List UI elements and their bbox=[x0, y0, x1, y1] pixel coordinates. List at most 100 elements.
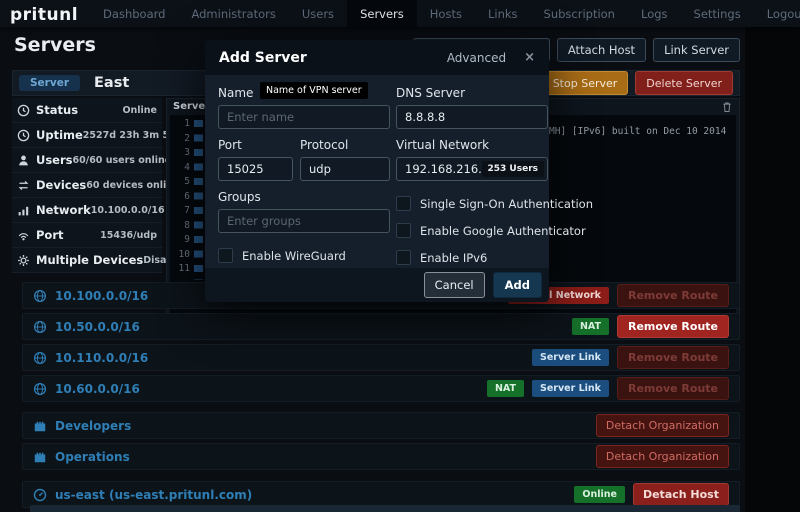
remove-route-button[interactable]: Remove Route bbox=[617, 284, 729, 307]
page-title: Servers bbox=[14, 34, 96, 56]
globe-icon bbox=[33, 351, 47, 365]
server-info-list: Status Online Uptime 2527d 23h 3m 59s Us… bbox=[12, 98, 162, 273]
checkbox-icon[interactable] bbox=[396, 223, 411, 238]
gauge-icon bbox=[33, 488, 47, 502]
online-badge: Online bbox=[574, 486, 625, 503]
remove-route-button[interactable]: Remove Route bbox=[617, 315, 729, 338]
top-nav: pritunl Dashboard Administrators Users S… bbox=[0, 0, 800, 27]
server-type-badge: Server bbox=[19, 75, 80, 91]
dns-server-input[interactable] bbox=[396, 105, 548, 129]
add-button[interactable]: Add bbox=[493, 272, 542, 298]
console-log-line: MH] [IPv6] built on Dec 10 2014 bbox=[549, 126, 726, 137]
globe-icon bbox=[33, 382, 47, 396]
pritunl-app: pritunl Dashboard Administrators Users S… bbox=[0, 0, 800, 512]
modal-title: Add Server bbox=[219, 50, 307, 66]
wifi-icon bbox=[17, 229, 30, 242]
route-row: 10.60.0.0/16 NAT Server Link Remove Rout… bbox=[22, 375, 740, 402]
info-row-port: Port 15436/udp bbox=[12, 223, 162, 248]
page-right-gutter bbox=[745, 27, 800, 512]
protocol-label: Protocol bbox=[300, 138, 390, 152]
port-input[interactable] bbox=[218, 157, 293, 181]
server-link-badge: Server Link bbox=[532, 380, 609, 397]
remove-route-button[interactable]: Remove Route bbox=[617, 377, 729, 400]
fort-icon bbox=[33, 419, 47, 433]
info-row-users: Users 60/60 users online bbox=[12, 148, 162, 173]
pritunl-logo[interactable]: pritunl bbox=[0, 0, 90, 27]
globe-icon bbox=[33, 320, 47, 334]
nav-item-settings[interactable]: Settings bbox=[681, 0, 754, 27]
remove-route-button[interactable]: Remove Route bbox=[617, 346, 729, 369]
name-input[interactable] bbox=[218, 105, 390, 129]
status-clock-icon bbox=[17, 104, 30, 117]
enable-wireguard-checkbox-row[interactable]: Enable WireGuard bbox=[218, 248, 390, 263]
add-server-modal: Add Server Advanced × Name Name of VPN s… bbox=[205, 40, 549, 302]
enable-ipv6-checkbox-row[interactable]: Enable IPv6 bbox=[396, 250, 548, 265]
organization-row: Developers Detach Organization bbox=[22, 412, 740, 439]
delete-server-button[interactable]: Delete Server bbox=[635, 71, 733, 95]
protocol-input[interactable] bbox=[300, 157, 390, 181]
checkbox-icon[interactable] bbox=[396, 250, 411, 265]
nat-badge: NAT bbox=[487, 380, 524, 397]
detach-host-button[interactable]: Detach Host bbox=[633, 483, 729, 506]
nav-item-subscription[interactable]: Subscription bbox=[531, 0, 628, 27]
name-label: Name Name of VPN server bbox=[218, 86, 390, 100]
fort-icon bbox=[33, 450, 47, 464]
clock-icon bbox=[17, 129, 30, 142]
trash-icon[interactable] bbox=[721, 101, 733, 113]
detach-organization-button[interactable]: Detach Organization bbox=[596, 445, 729, 468]
organization-row: Operations Detach Organization bbox=[22, 443, 740, 470]
route-row: 10.110.0.0/16 Server Link Remove Route bbox=[22, 344, 740, 371]
next-panel-edge bbox=[30, 505, 740, 512]
nav-item-users[interactable]: Users bbox=[289, 0, 347, 27]
google-authenticator-checkbox-row[interactable]: Enable Google Authenticator bbox=[396, 223, 548, 238]
route-cidr: 10.100.0.0/16 bbox=[55, 289, 148, 303]
close-icon[interactable]: × bbox=[524, 50, 535, 65]
modal-header: Add Server Advanced × bbox=[205, 40, 549, 75]
organization-name: Operations bbox=[55, 450, 130, 464]
nav-item-hosts[interactable]: Hosts bbox=[417, 0, 475, 27]
nav-item-links[interactable]: Links bbox=[475, 0, 531, 27]
advanced-button[interactable]: Advanced bbox=[447, 51, 506, 65]
attach-host-button[interactable]: Attach Host bbox=[557, 38, 646, 62]
name-tooltip: Name of VPN server bbox=[260, 82, 368, 99]
info-row-multiple-devices: Multiple Devices Disabled bbox=[12, 248, 162, 273]
nat-badge: NAT bbox=[572, 318, 609, 335]
console-line-numbers: 1 2 3 4 5 6 7 8 9 10 11 bbox=[170, 117, 190, 277]
nav-item-administrators[interactable]: Administrators bbox=[178, 0, 288, 27]
globe-icon bbox=[33, 289, 47, 303]
exchange-arrows-icon bbox=[17, 179, 30, 192]
cancel-button[interactable]: Cancel bbox=[424, 272, 485, 298]
port-label: Port bbox=[218, 138, 293, 152]
modal-footer: Cancel Add bbox=[205, 268, 549, 302]
organization-name: Developers bbox=[55, 419, 131, 433]
user-icon bbox=[17, 154, 30, 167]
groups-input[interactable] bbox=[218, 209, 390, 233]
checkbox-icon[interactable] bbox=[396, 196, 411, 211]
nav-item-logout[interactable]: Logout bbox=[754, 0, 800, 27]
users-count-badge: 253 Users bbox=[482, 161, 544, 177]
server-name: East bbox=[94, 75, 129, 91]
gear-icon bbox=[17, 254, 30, 267]
detach-organization-button[interactable]: Detach Organization bbox=[596, 414, 729, 437]
route-row: 10.50.0.0/16 NAT Remove Route bbox=[22, 313, 740, 340]
server-link-badge: Server Link bbox=[532, 349, 609, 366]
route-cidr: 10.50.0.0/16 bbox=[55, 320, 140, 334]
link-server-button[interactable]: Link Server bbox=[653, 38, 740, 62]
info-row-uptime: Uptime 2527d 23h 3m 59s bbox=[12, 123, 162, 148]
groups-label: Groups bbox=[218, 190, 390, 204]
sso-checkbox-row[interactable]: Single Sign-On Authentication bbox=[396, 196, 548, 211]
nav-item-dashboard[interactable]: Dashboard bbox=[90, 0, 178, 27]
signal-bars-icon bbox=[17, 204, 30, 217]
console-log-fragments bbox=[194, 120, 203, 280]
info-row-status: Status Online bbox=[12, 98, 162, 123]
route-cidr: 10.60.0.0/16 bbox=[55, 382, 140, 396]
info-row-network: Network 10.100.0.0/16 bbox=[12, 198, 162, 223]
nav-item-logs[interactable]: Logs bbox=[628, 0, 681, 27]
modal-body: Name Name of VPN server Port Protocol Gr… bbox=[205, 75, 549, 268]
nav-item-servers[interactable]: Servers bbox=[347, 0, 417, 27]
route-cidr: 10.110.0.0/16 bbox=[55, 351, 148, 365]
dns-server-label: DNS Server bbox=[396, 86, 548, 100]
host-row: us-east (us-east.pritunl.com) Online Det… bbox=[22, 481, 740, 508]
stop-server-button[interactable]: Stop Server bbox=[542, 71, 629, 95]
checkbox-icon[interactable] bbox=[218, 248, 233, 263]
